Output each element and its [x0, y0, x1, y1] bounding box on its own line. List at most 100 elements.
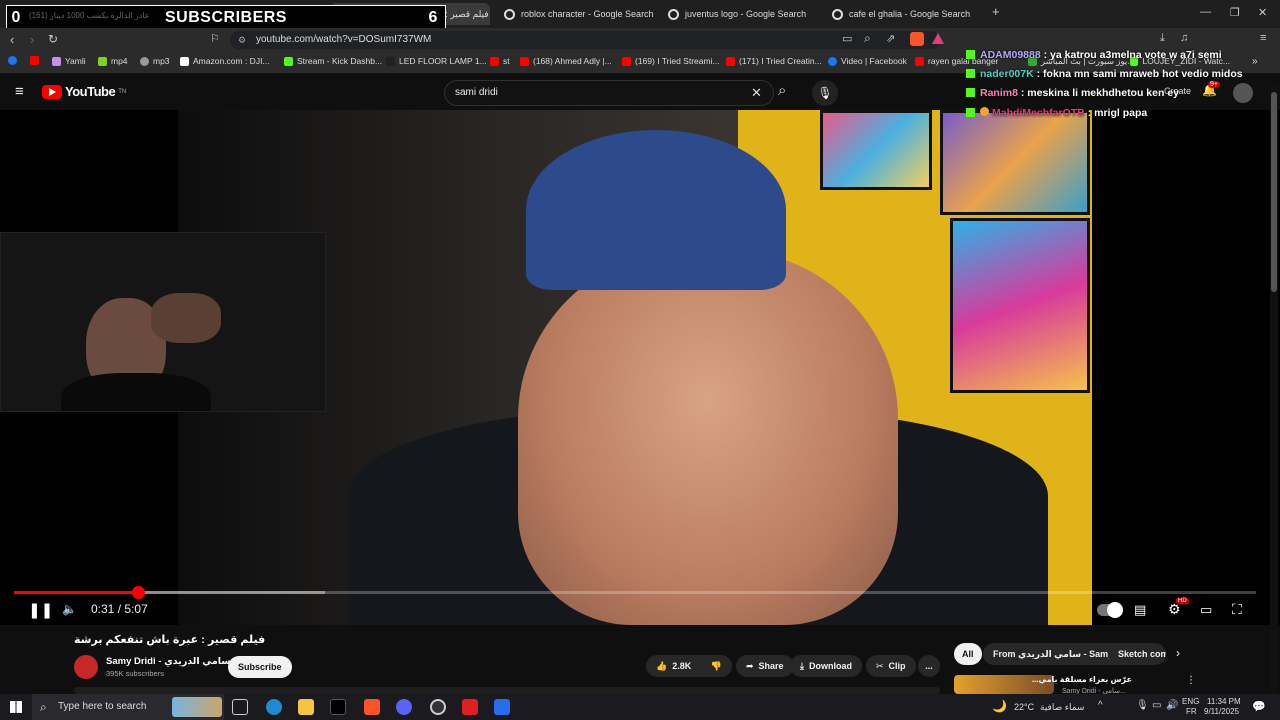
tab-label: juventus logo - Google Search — [685, 9, 807, 19]
notification-center-icon[interactable]: 💬 — [1252, 700, 1266, 713]
download-icon: ⤓ — [800, 660, 804, 671]
obs-icon[interactable] — [430, 699, 446, 715]
language-fr[interactable]: FR — [1186, 707, 1197, 716]
cast-icon[interactable]: ▭ — [842, 32, 852, 45]
tray-chevron-icon[interactable]: ^ — [1098, 700, 1103, 711]
taskbar-search-input[interactable]: ⌕ Type here to search — [32, 694, 224, 720]
restore-icon[interactable]: ❐ — [1230, 6, 1240, 19]
bookmark-yamli[interactable]: Yamli — [52, 56, 86, 66]
pause-icon[interactable]: ❚❚ — [28, 601, 53, 619]
like-button[interactable]: 👍 2.8K 👎 — [646, 655, 732, 677]
network-icon[interactable]: ▭ — [1152, 700, 1161, 711]
minimize-icon[interactable]: — — [1200, 6, 1211, 18]
forward-icon[interactable]: › — [30, 32, 34, 47]
brave-rewards-icon[interactable] — [932, 33, 944, 44]
new-tab-button[interactable]: + — [992, 4, 1000, 19]
bookmark-168[interactable]: (168) Ahmed Adly |... — [520, 56, 612, 66]
file-explorer-icon[interactable] — [298, 699, 314, 715]
weather-icon[interactable]: 🌙 — [992, 699, 1007, 713]
tab-label: cafe el ghalia - Google Search — [849, 9, 971, 19]
language-eng[interactable]: ENG — [1182, 697, 1199, 706]
weather-temp[interactable]: 22°C — [1014, 702, 1034, 712]
facebook-bookmark-icon[interactable] — [8, 56, 17, 65]
media-icon[interactable]: ♫ — [1180, 32, 1188, 44]
tab-label: roblox character - Google Search — [521, 9, 654, 19]
fullscreen-icon[interactable]: ⛶ — [1232, 601, 1242, 618]
search-input[interactable]: sami dridi ✕ — [444, 80, 774, 106]
microphone-icon[interactable]: 🎙 — [812, 80, 838, 106]
scrollbar-thumb[interactable] — [1271, 92, 1277, 292]
bookmark-mp3[interactable]: mp3 — [140, 56, 170, 66]
bookmark-amazon[interactable]: Amazon.com : DJI... — [180, 56, 270, 66]
youtube-logo[interactable]: YouTube TN — [42, 84, 126, 99]
url-text: youtube.com/watch?v=DOSumI737WM — [256, 34, 432, 45]
description-box[interactable] — [74, 687, 940, 694]
clip-button[interactable]: ✂ Clip — [866, 655, 916, 677]
bookmark-st[interactable]: st — [490, 56, 510, 66]
weather-desc[interactable]: سماء صافية — [1040, 702, 1084, 713]
video-player[interactable]: ❚❚ 🔈 0:31 / 5:07 ▤ ⚙ HD ▭ ⛶ — [0, 110, 1280, 625]
volume-icon[interactable]: 🔈 — [62, 602, 77, 616]
brave-taskbar-icon[interactable] — [364, 699, 380, 715]
wall-art-3 — [950, 218, 1090, 393]
clock-date[interactable]: 9/11/2025 — [1204, 707, 1239, 716]
bookmark-mp4[interactable]: mp4 — [98, 56, 128, 66]
bookmark-kick-dashboard[interactable]: Stream - Kick Dashb... — [284, 56, 382, 66]
bookmark-led-lamp[interactable]: LED FLOOR LAMP 1... — [386, 56, 487, 66]
tab-cafe-el-ghalia[interactable]: cafe el ghalia - Google Search — [824, 3, 984, 25]
chat-message: nader007K : fokna mn sami mraweb hot ved… — [966, 68, 1243, 80]
search-icon[interactable]: ⌕ — [778, 82, 786, 99]
reload-icon[interactable]: ↻ — [48, 32, 58, 46]
theater-mode-icon[interactable]: ▭ — [1200, 602, 1212, 618]
channel-avatar[interactable] — [74, 655, 98, 679]
app-blue-icon[interactable] — [494, 699, 510, 715]
google-icon — [832, 8, 843, 20]
autoplay-toggle[interactable] — [1097, 602, 1123, 618]
dislike-icon[interactable]: 👎 — [711, 661, 722, 672]
url-field[interactable]: ⚙ youtube.com/watch?v=DOSumI737WM — [230, 31, 940, 49]
download-button[interactable]: ⤓ Download — [790, 655, 862, 677]
chip-all[interactable]: All — [954, 643, 982, 665]
suggested-title[interactable]: عرّس بعراء مسلقة بامي... — [1032, 675, 1132, 684]
bookmark-icon[interactable]: ⚐ — [210, 32, 220, 45]
sound-icon[interactable]: 🔊 — [1166, 700, 1178, 711]
bookmark-171[interactable]: (171) I Tried Creatin... — [726, 56, 822, 66]
discord-icon[interactable] — [396, 699, 412, 715]
close-window-icon[interactable]: ✕ — [1258, 6, 1267, 19]
more-actions-button[interactable]: ... — [918, 655, 940, 677]
bookmark-facebook-video[interactable]: Video | Facebook — [828, 56, 907, 66]
clock-time[interactable]: 11:34 PM — [1207, 697, 1241, 706]
app-r-icon[interactable] — [462, 699, 478, 715]
bookmark-169[interactable]: (169) I Tried Streami... — [622, 56, 720, 66]
player-controls: ❚❚ 🔈 0:31 / 5:07 ▤ ⚙ HD ▭ ⛶ — [0, 598, 1280, 624]
progress-bar[interactable] — [14, 586, 1256, 599]
chip-sketch[interactable]: Sketch come — [1108, 643, 1166, 665]
menu-icon[interactable]: ≡ — [1260, 32, 1266, 44]
mic-tray-icon[interactable]: 🎙 — [1136, 700, 1149, 711]
share-button[interactable]: ➦ Share — [736, 655, 794, 677]
page-scrollbar[interactable] — [1270, 84, 1278, 694]
subscribe-button[interactable]: Subscribe — [228, 656, 292, 678]
brave-shield-icon[interactable] — [910, 32, 924, 46]
back-icon[interactable]: ‹ — [10, 32, 14, 47]
kick-icon — [966, 50, 975, 59]
subtitles-icon[interactable]: ▤ — [1134, 602, 1146, 618]
timecode: 0:31 / 5:07 — [91, 602, 148, 616]
task-view-icon[interactable] — [232, 699, 248, 715]
chevron-right-icon[interactable]: › — [1176, 646, 1180, 660]
edge-icon[interactable] — [266, 699, 282, 715]
tab-roblox-character[interactable]: roblox character - Google Search — [496, 3, 656, 25]
windows-start-icon[interactable] — [10, 701, 22, 713]
downloads-icon[interactable]: ⤓ — [1160, 32, 1165, 45]
youtube-bookmark-icon[interactable] — [30, 56, 39, 65]
time-current: 0:31 — [91, 602, 115, 616]
site-info-icon[interactable]: ⚙ — [238, 31, 246, 49]
channel-name[interactable]: Samy Dridi - سامي الدريدي — [106, 656, 231, 667]
more-vert-icon[interactable]: ⋮ — [1186, 675, 1196, 686]
hamburger-menu-icon[interactable]: ≡ — [15, 83, 24, 100]
share-page-icon[interactable]: ⇗ — [886, 32, 895, 45]
tab-juventus-logo[interactable]: juventus logo - Google Search — [660, 3, 820, 25]
zoom-icon[interactable]: ⌕ — [864, 31, 871, 46]
clear-search-icon[interactable]: ✕ — [751, 81, 762, 105]
tiktok-icon[interactable] — [330, 699, 346, 715]
